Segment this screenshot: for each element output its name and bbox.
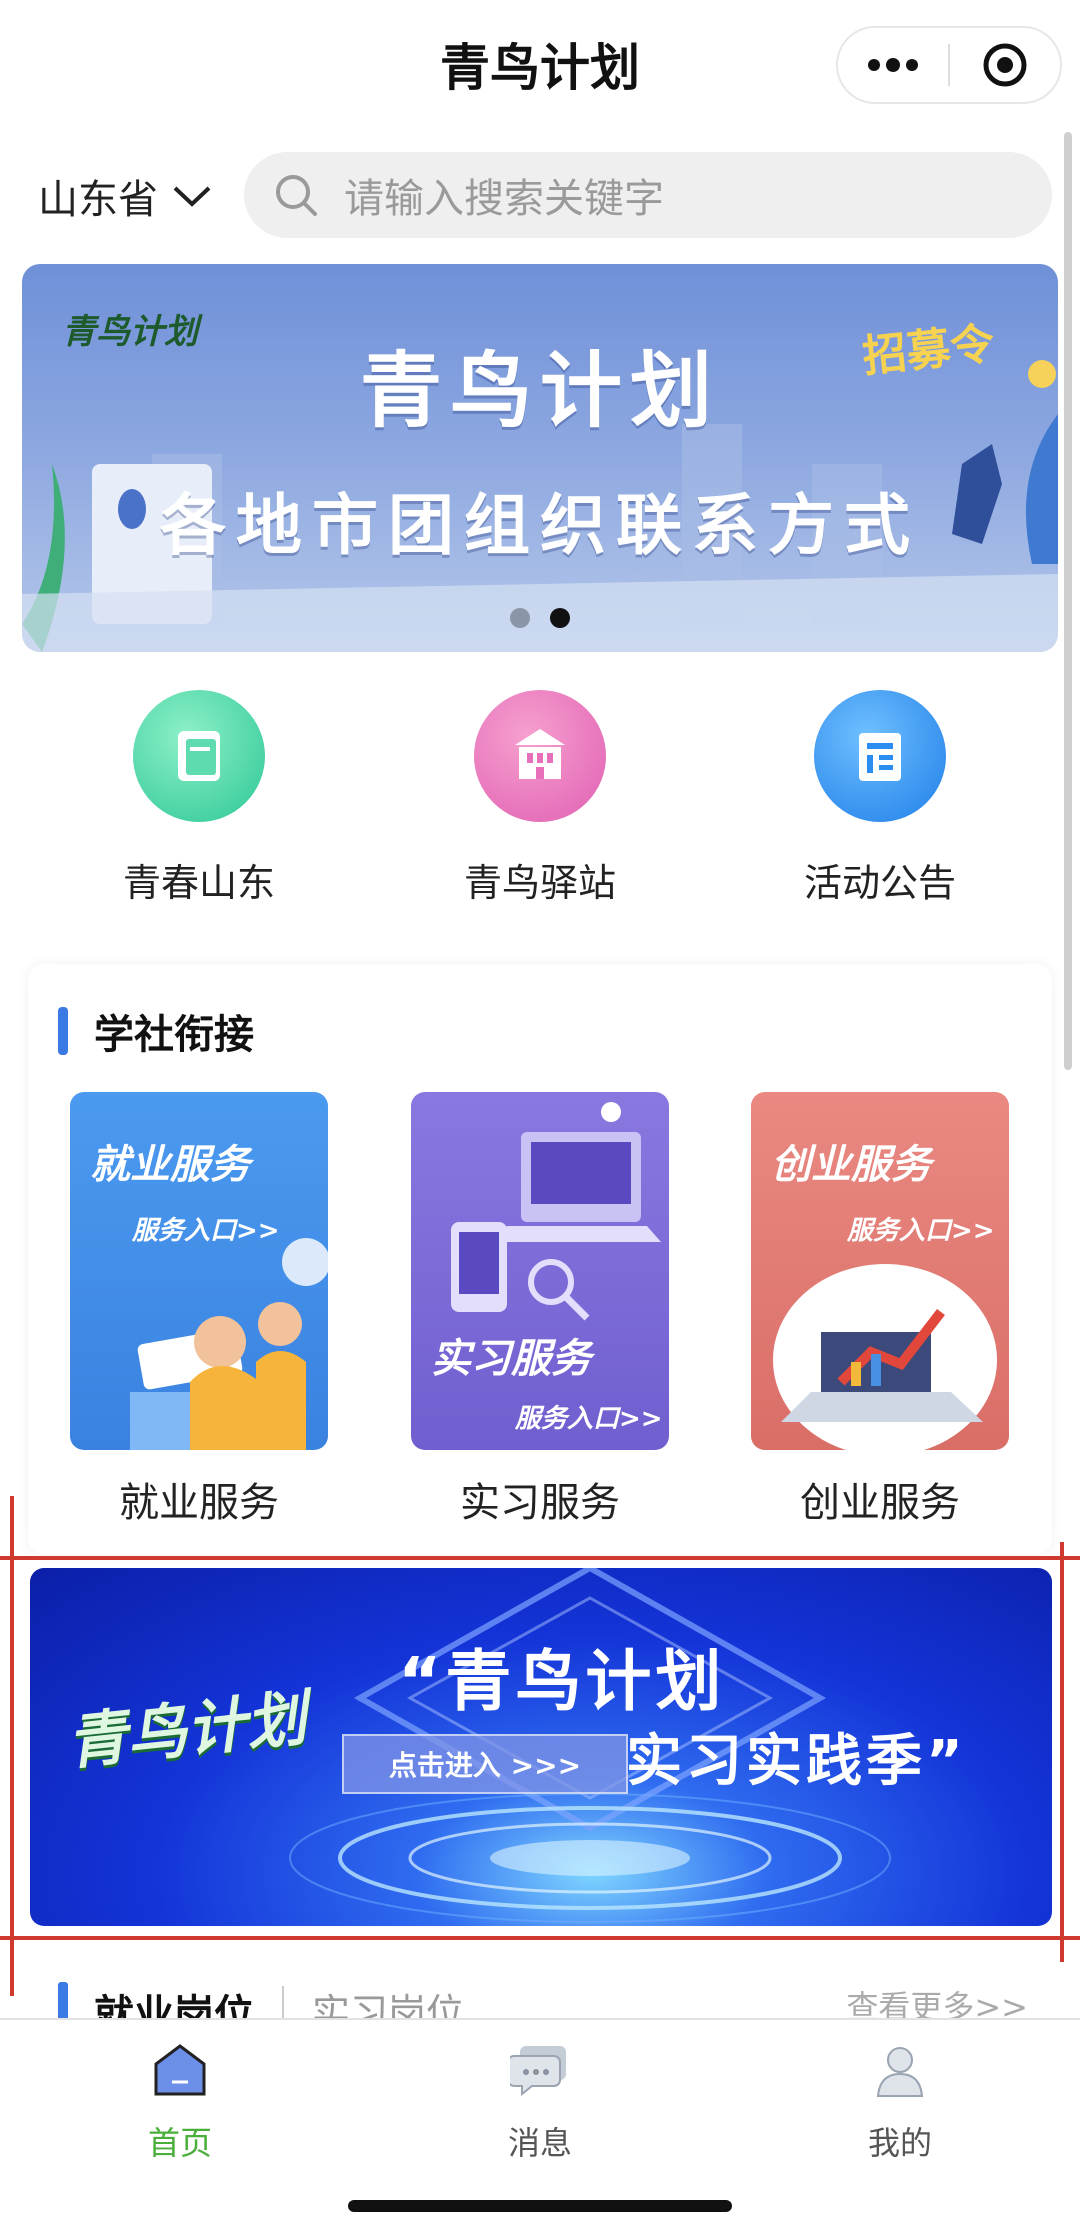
- tab-profile[interactable]: 我的: [800, 2032, 1000, 2164]
- quick-link-label: 青鸟驿站: [463, 861, 616, 905]
- pagination-dot[interactable]: [510, 608, 530, 628]
- notice-icon: [814, 690, 946, 822]
- section-header: 学社衔接: [58, 1002, 254, 1060]
- search-icon: [276, 175, 317, 216]
- more-options-button[interactable]: [838, 28, 948, 102]
- entrepreneurship-service-label[interactable]: 创业服务: [751, 1470, 1009, 1528]
- tab-divider: [282, 1986, 284, 2022]
- internship-season-banner[interactable]: 青鸟计划 “青鸟计划 点击进入 >>> 实习实践季”: [30, 1568, 1052, 1926]
- jobs-section-header: 就业岗位 实习岗位 查看更多>>: [58, 1982, 1028, 2038]
- annotation-line-left: [10, 1496, 14, 1996]
- banner-subtitle: 各地市团组织联系方式: [160, 487, 920, 564]
- quick-link-qingchun[interactable]: 青春山东: [79, 690, 319, 907]
- banner-pagination: [22, 608, 1058, 628]
- quick-link-station[interactable]: 青鸟驿站: [420, 690, 660, 907]
- banner-title: 青鸟计划: [359, 344, 720, 439]
- message-icon: [440, 2032, 640, 2108]
- tab-label: 消息: [507, 2124, 572, 2162]
- home-indicator[interactable]: [348, 2200, 732, 2212]
- annotation-line-bottom: [0, 1936, 1080, 1940]
- employment-illustration: [130, 1238, 328, 1450]
- province-label: 山东省: [38, 177, 158, 223]
- employment-service-card[interactable]: 就业服务 服务入口>>: [70, 1092, 328, 1450]
- enter-button[interactable]: 点击进入 >>>: [342, 1734, 628, 1794]
- entrepreneurship-illustration: [773, 1264, 997, 1450]
- tab-label: 首页: [147, 2124, 212, 2162]
- school-society-card: 学社衔接 就业服务 服务入口>> 就业服务 实习服务 服务入口>> 实习服务 创…: [28, 964, 1052, 1554]
- tab-label: 我的: [867, 2124, 932, 2162]
- profile-icon: [800, 2032, 1000, 2108]
- more-dots-icon: [868, 58, 918, 72]
- employment-service-label[interactable]: 就业服务: [70, 1470, 328, 1528]
- quick-link-label: 青春山东: [122, 861, 275, 905]
- promo-subtitle: 实习实践季”: [626, 1729, 967, 1794]
- province-selector[interactable]: 山东省: [38, 168, 212, 224]
- internship-illustration: [451, 1102, 661, 1321]
- section-title: 学社衔接: [94, 1012, 254, 1058]
- internship-service-card[interactable]: 实习服务 服务入口>>: [411, 1092, 669, 1450]
- building-icon: [474, 690, 606, 822]
- target-icon: [983, 43, 1027, 87]
- internship-service-label[interactable]: 实习服务: [411, 1470, 669, 1528]
- home-icon: [80, 2032, 280, 2108]
- tab-home[interactable]: 首页: [80, 2032, 280, 2164]
- annotation-line-top: [0, 1556, 1080, 1560]
- tab-messages[interactable]: 消息: [440, 2032, 640, 2164]
- section-accent-bar: [58, 1982, 68, 2022]
- search-placeholder: 请输入搜索关键字: [344, 176, 664, 222]
- page-scrollbar[interactable]: [1064, 132, 1072, 1070]
- mini-program-capsule: [836, 26, 1062, 104]
- chevron-down-icon: [173, 186, 211, 207]
- book-icon: [133, 690, 265, 822]
- annotation-line-right: [1060, 1542, 1064, 1962]
- app-screen: 青鸟计划 山东省 请输入搜索关键字 青鸟计划 招募令 青鸟计划 各地市团组织联系…: [0, 0, 1080, 2232]
- search-input[interactable]: 请输入搜索关键字: [244, 152, 1052, 238]
- quick-links: 青春山东 青鸟驿站 活动公告: [0, 690, 1080, 910]
- quick-link-notice[interactable]: 活动公告: [760, 690, 1000, 907]
- section-accent-bar: [58, 1007, 68, 1055]
- card-subtitle: 服务入口>>: [515, 1404, 663, 1434]
- promo-title: “青鸟计划: [398, 1643, 726, 1720]
- card-title: 实习服务: [431, 1336, 591, 1382]
- bottom-tab-bar: 首页 消息 我的: [0, 2018, 1080, 2232]
- quick-link-label: 活动公告: [803, 861, 956, 905]
- pagination-dot-active[interactable]: [550, 608, 570, 628]
- close-program-button[interactable]: [950, 28, 1060, 102]
- title-bar: 青鸟计划: [0, 0, 1080, 130]
- entrepreneurship-service-card[interactable]: 创业服务 服务入口>>: [751, 1092, 1009, 1450]
- hero-banner[interactable]: 青鸟计划 招募令 青鸟计划 各地市团组织联系方式: [22, 264, 1058, 652]
